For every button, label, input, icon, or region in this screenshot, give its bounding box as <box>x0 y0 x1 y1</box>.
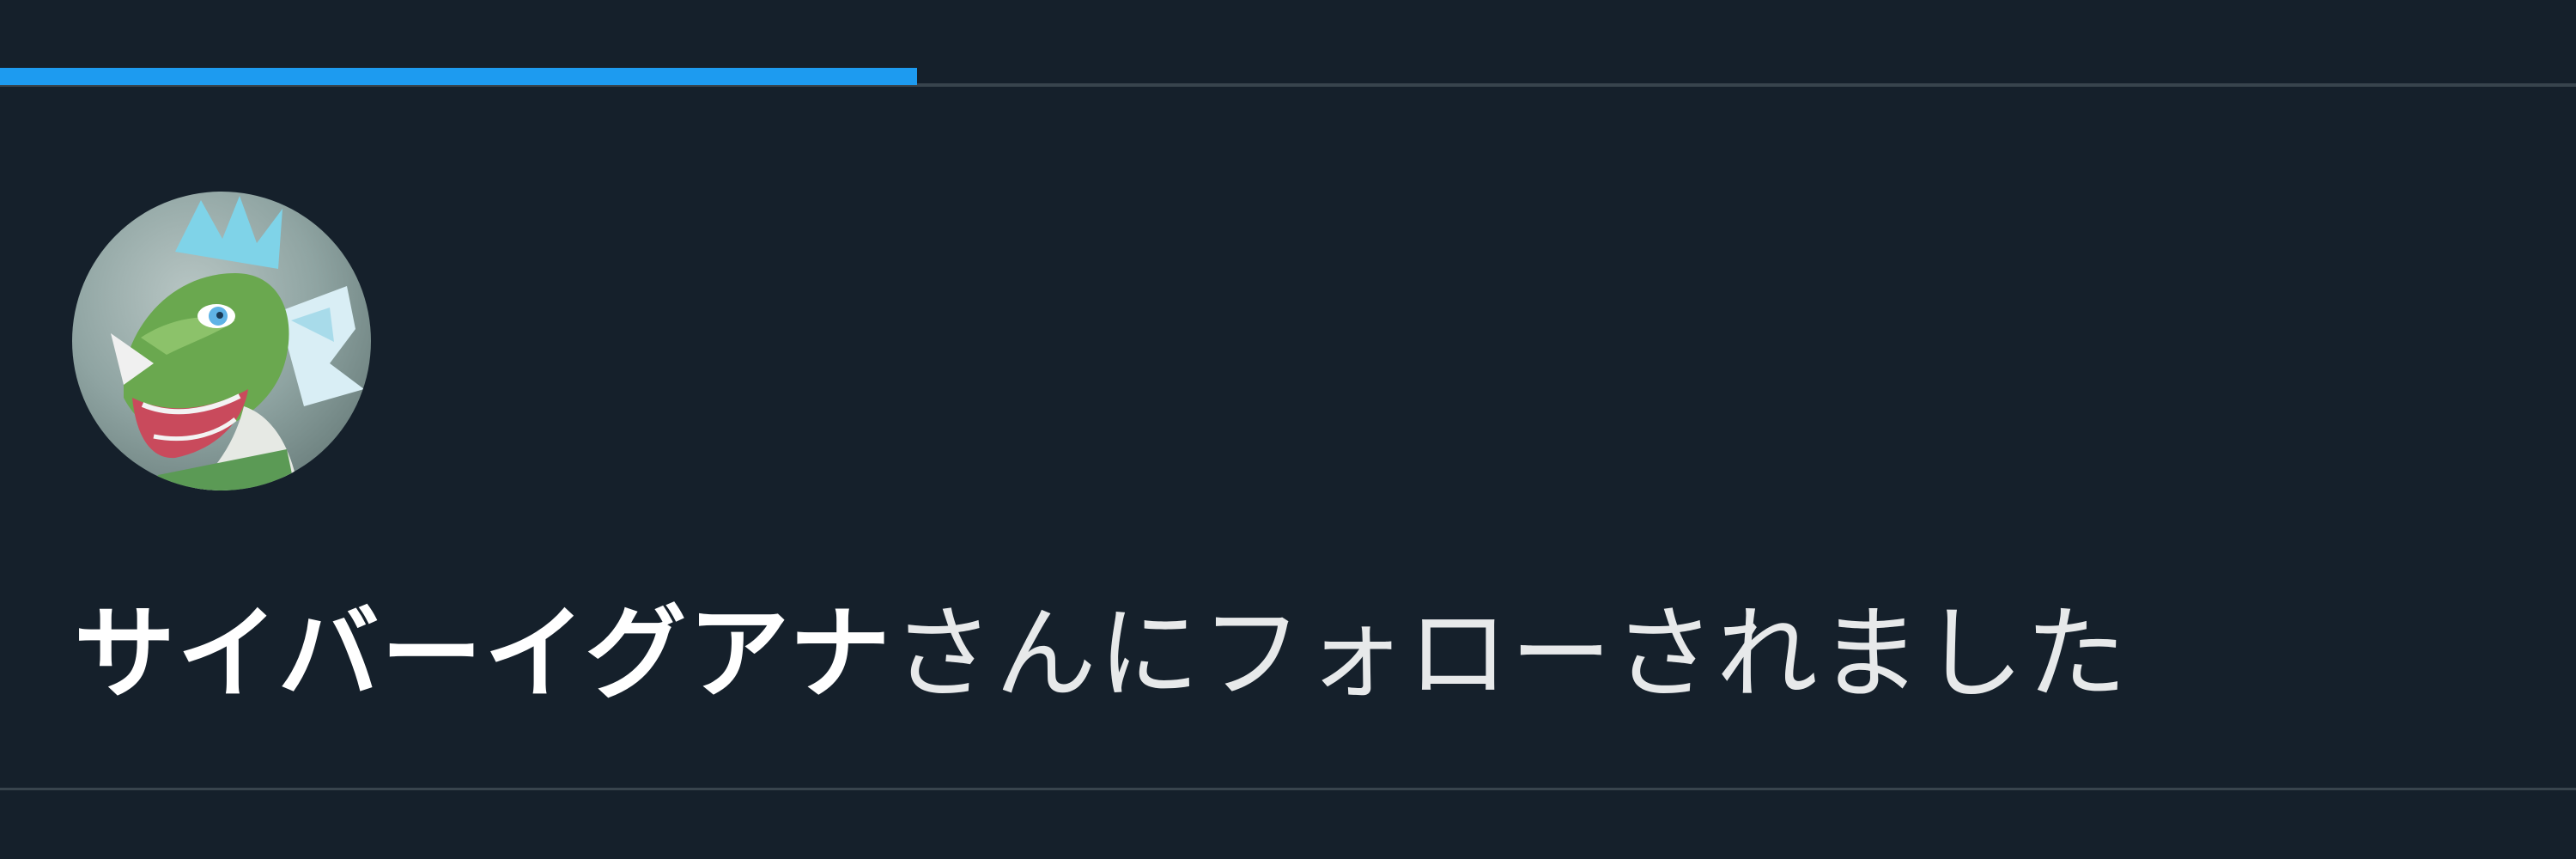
notification-divider <box>0 788 2576 790</box>
notification-tab-strip <box>0 0 2576 87</box>
follow-notification[interactable]: サイバーイグアナさんにフォローされました <box>0 87 2576 788</box>
dragon-avatar-icon <box>72 192 371 490</box>
follow-action-text: さんにフォローされました <box>891 594 2129 713</box>
follower-name[interactable]: サイバーイグアナ <box>74 594 892 713</box>
user-avatar[interactable] <box>72 192 371 490</box>
follow-message: サイバーイグアナさんにフォローされました <box>74 568 2129 740</box>
active-tab-indicator <box>0 68 917 85</box>
